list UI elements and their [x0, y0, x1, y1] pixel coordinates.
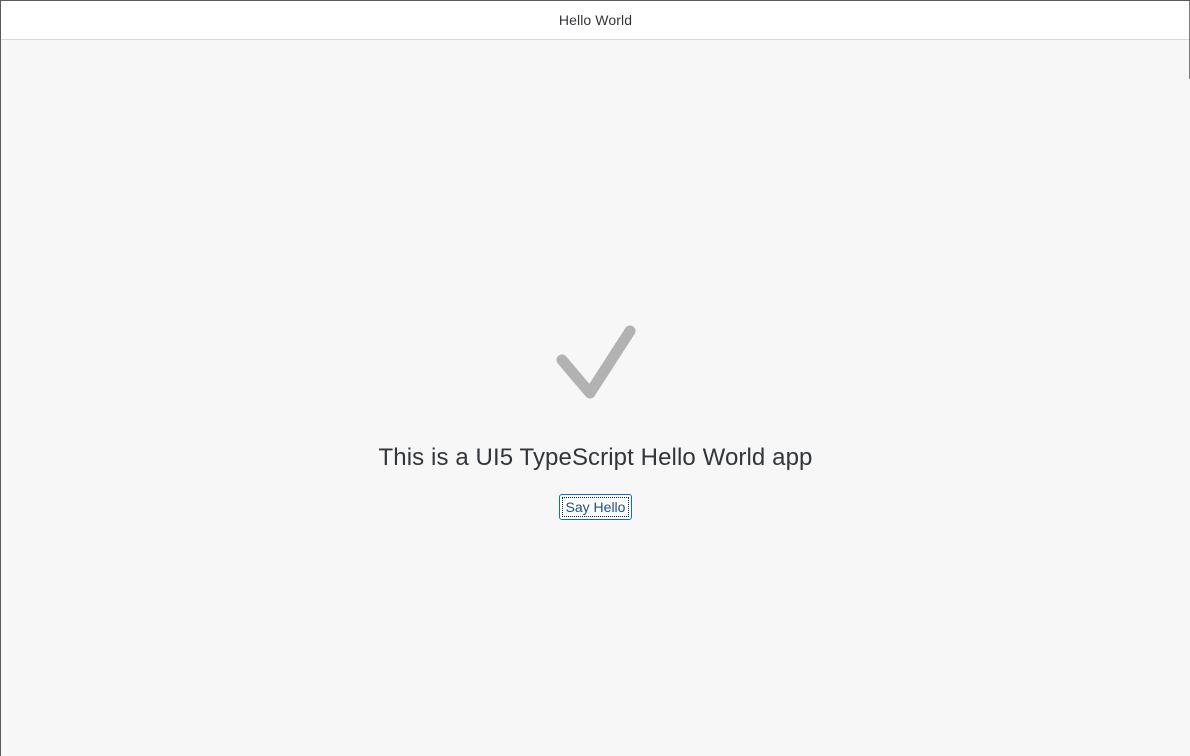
say-hello-button-label: Say Hello	[565, 499, 626, 515]
headline-text: This is a UI5 TypeScript Hello World app	[378, 444, 813, 471]
page-content: This is a UI5 TypeScript Hello World app…	[1, 41, 1190, 756]
app-shell: Hello World This is a UI5 TypeScript Hel…	[0, 0, 1190, 756]
checkmark-icon	[556, 325, 636, 401]
page-title: Hello World	[558, 12, 633, 28]
say-hello-button[interactable]: Say Hello	[558, 494, 633, 520]
page-header: Hello World	[1, 1, 1190, 40]
